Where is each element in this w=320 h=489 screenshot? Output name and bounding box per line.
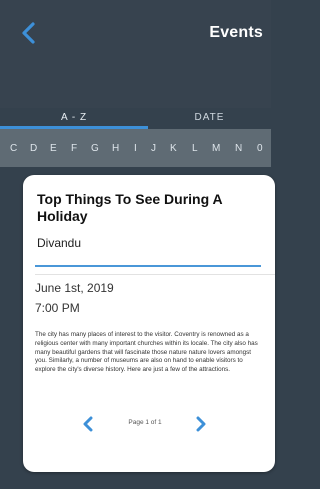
letter-f[interactable]: F [71, 143, 77, 154]
letter-m[interactable]: M [212, 143, 220, 154]
card-accent-rule [35, 265, 261, 267]
alphabet-index-bar: C D E F G H I J K L M N 0 [0, 129, 271, 167]
letter-j[interactable]: J [151, 143, 156, 154]
event-time: 7:00 PM [35, 301, 80, 315]
letter-d[interactable]: D [30, 143, 37, 154]
chevron-right-icon [196, 416, 206, 432]
event-date: June 1st, 2019 [35, 281, 114, 295]
next-page-button[interactable] [194, 416, 208, 432]
chevron-left-icon [83, 416, 93, 432]
app-header: Events [0, 0, 271, 108]
letter-e[interactable]: E [50, 143, 57, 154]
letter-g[interactable]: G [91, 143, 99, 154]
tab-date[interactable]: DATE [148, 106, 271, 130]
letter-n[interactable]: N [235, 143, 242, 154]
event-card[interactable]: Top Things To See During A Holiday Divan… [23, 175, 275, 472]
back-button[interactable] [18, 20, 40, 46]
page-title: Events [209, 24, 263, 41]
letter-k[interactable]: K [170, 143, 177, 154]
letter-i[interactable]: I [134, 143, 137, 154]
page-indicator: Page 1 of 1 [128, 419, 162, 426]
card-divider [35, 274, 275, 275]
event-title: Top Things To See During A Holiday [37, 191, 223, 224]
letter-0[interactable]: 0 [257, 143, 263, 154]
event-description: The city has many places of interest to … [35, 331, 258, 374]
chevron-left-icon [22, 22, 35, 44]
letter-h[interactable]: H [112, 143, 119, 154]
previous-page-button[interactable] [81, 416, 95, 432]
event-author: Divandu [37, 236, 82, 250]
letter-c[interactable]: C [10, 143, 17, 154]
letter-l[interactable]: L [192, 143, 198, 154]
